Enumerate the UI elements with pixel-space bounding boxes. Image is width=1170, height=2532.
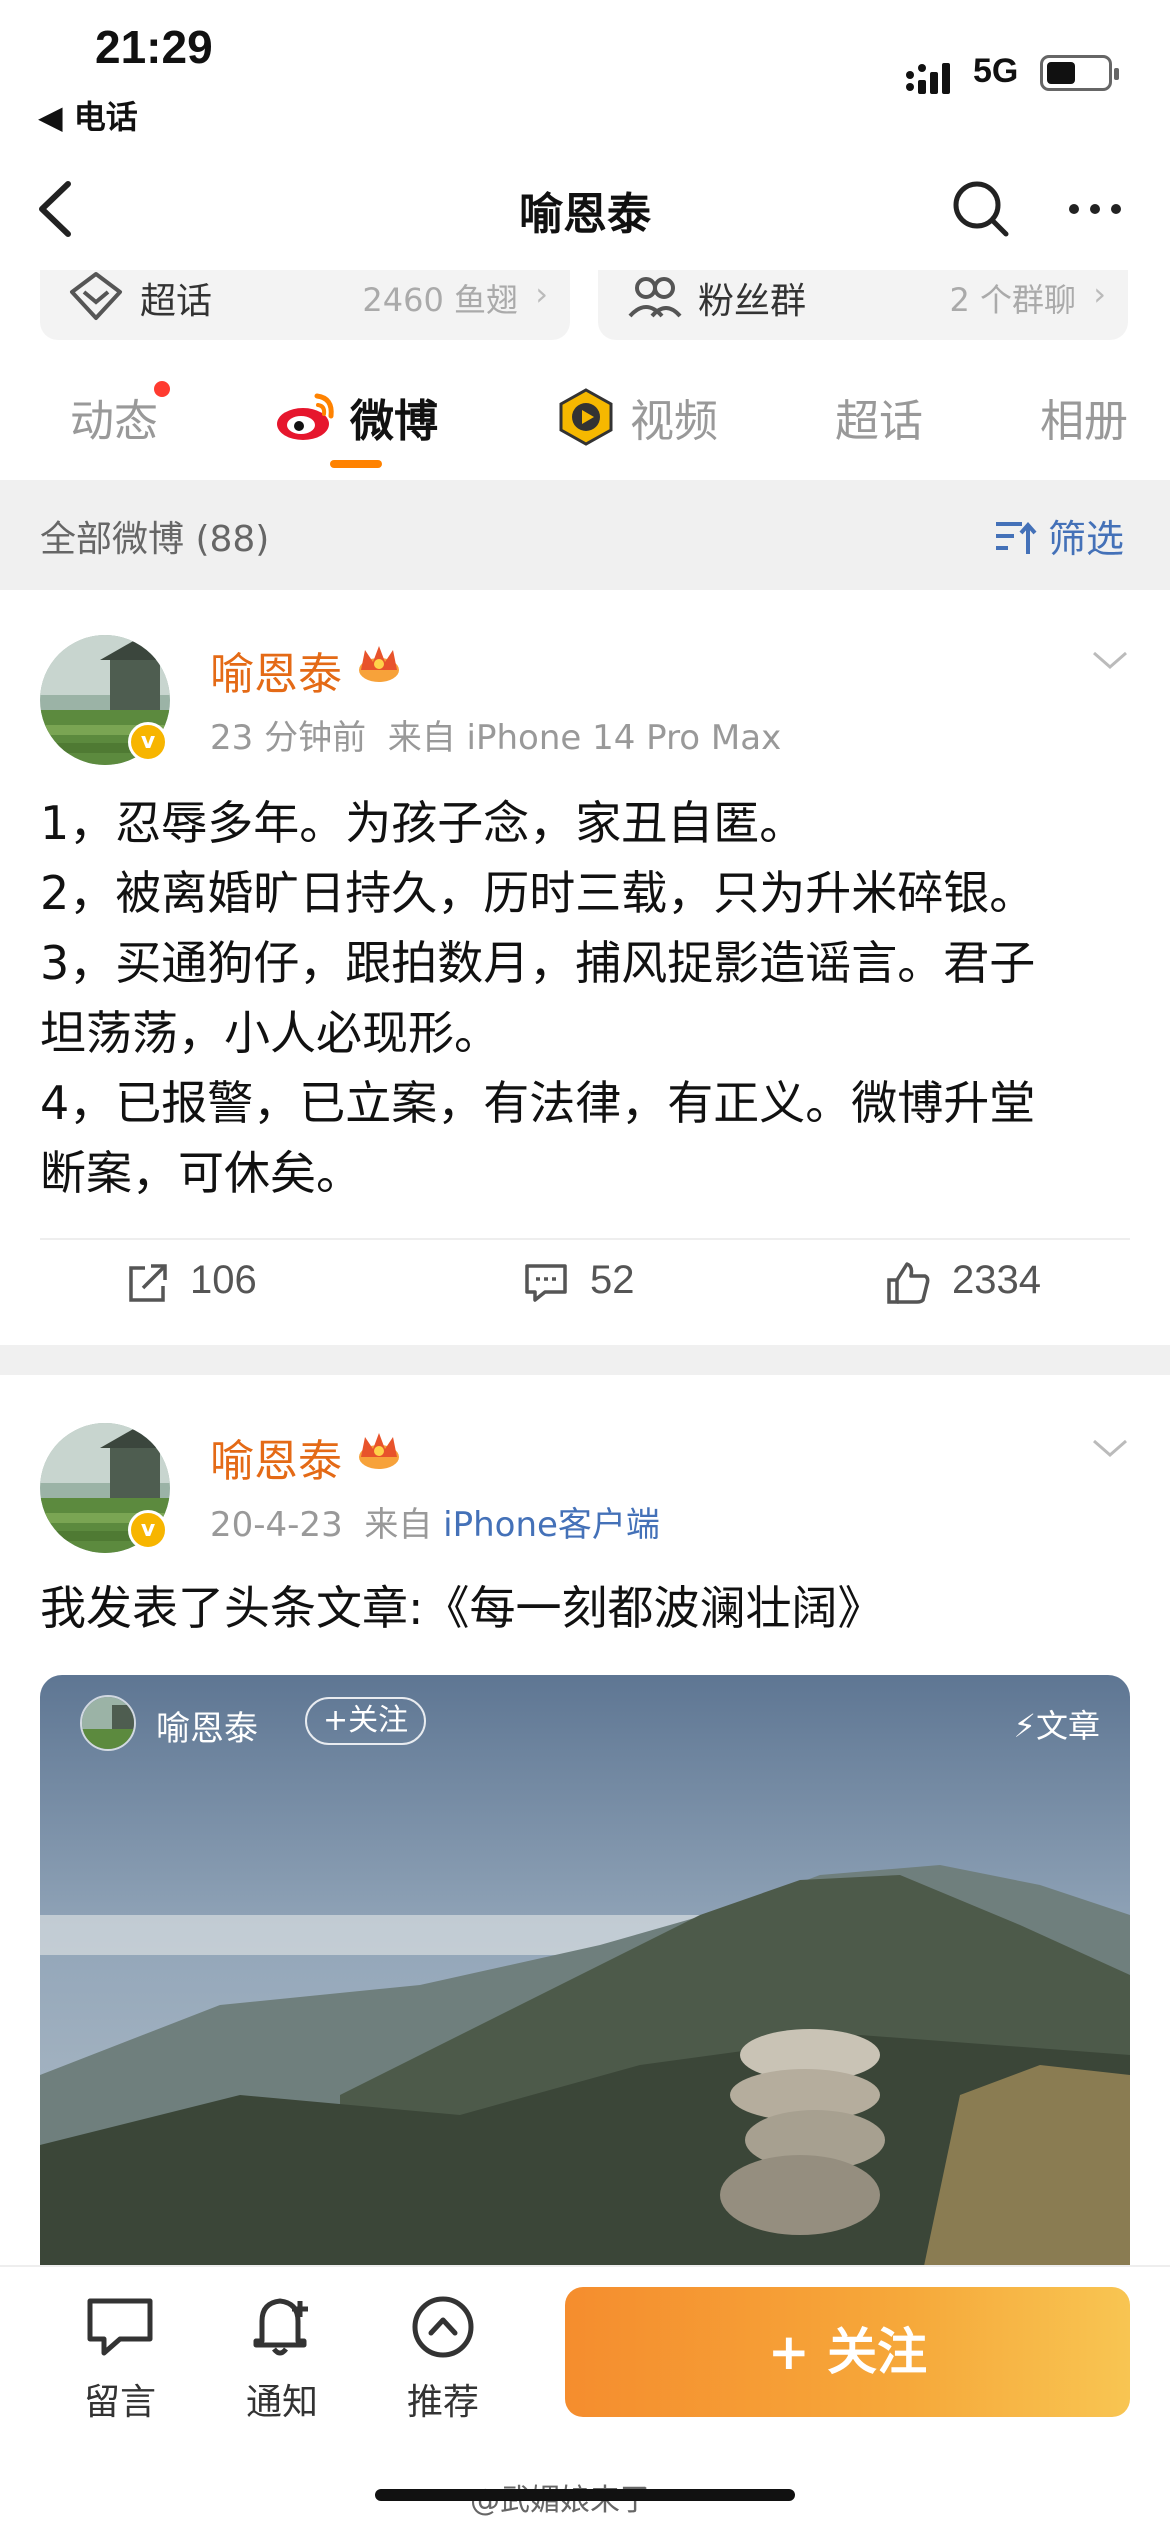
post-source-prefix: 来自	[364, 1505, 433, 1545]
post-meta: 23 分钟前 来自 iPhone 14 Pro Max	[210, 710, 781, 759]
post-source-link[interactable]: iPhone客户端	[443, 1505, 660, 1545]
post-source-prefix: 来自	[387, 718, 456, 758]
chevron-right-icon: ›	[1093, 275, 1106, 313]
crown-icon	[359, 646, 399, 682]
message-icon	[87, 2298, 153, 2356]
post-line: 2，被离婚旷日持久，历时三载，只为升米碎银。	[40, 866, 1036, 920]
video-icon	[559, 388, 613, 446]
profile-tabs: 动态 微博 视频 超话 相册	[0, 360, 1170, 470]
repost-icon[interactable]	[125, 1260, 171, 1306]
fan-group-card[interactable]: 粉丝群 2 个群聊 ›	[598, 270, 1128, 340]
profile-cards: 超话 2460 鱼翅 › 粉丝群 2 个群聊 ›	[0, 270, 1170, 340]
tab-super-topic[interactable]: 超话	[835, 385, 923, 449]
post-line: 1，忍辱多年。为孩子念，家丑自匿。	[40, 796, 806, 850]
crown-icon	[359, 1433, 399, 1469]
home-indicator[interactable]	[375, 2489, 795, 2501]
post-author[interactable]: 喻恩泰	[210, 638, 342, 702]
recommend-label: 推荐	[406, 2382, 479, 2423]
post-text: 我发表了头条文章:《每一刻都波澜壮阔》	[40, 1581, 884, 1635]
all-weibo-count: 全部微博 (88)	[40, 519, 270, 560]
article-follow-button[interactable]: +关注	[305, 1697, 427, 1745]
notify-label: 通知	[245, 2382, 318, 2423]
post-line: 4，已报警，已立案，有法律，有正义。微博升堂	[40, 1076, 1036, 1130]
diamond-icon	[70, 272, 122, 320]
article-author-avatar	[80, 1695, 136, 1751]
tab-weibo[interactable]: 微博	[350, 385, 438, 449]
post-line: 3，买通狗仔，跟拍数月，捕风捉影造谣言。君子	[40, 936, 1036, 990]
battery-icon	[1040, 55, 1119, 91]
verified-badge-icon: v	[128, 1510, 168, 1550]
more-icon[interactable]	[1062, 176, 1128, 242]
nav-bar: 喻恩泰	[0, 150, 1170, 270]
post-line: 坦荡荡，小人必现形。	[40, 1006, 500, 1060]
chevron-right-icon: ›	[535, 275, 548, 313]
article-card[interactable]: 喻恩泰 +关注 ⚡文章	[40, 1675, 1130, 2285]
post-meta: 20-4-23 来自 iPhone客户端	[210, 1497, 660, 1546]
back-to-app-link[interactable]: ◀ 电话	[38, 92, 138, 138]
tab-dynamics[interactable]: 动态	[70, 381, 170, 449]
recommend-button[interactable]: 推荐	[383, 2287, 503, 2427]
post-time: 23 分钟前	[210, 718, 367, 758]
follow-button[interactable]: + 关注	[565, 2287, 1130, 2417]
post-source: iPhone 14 Pro Max	[466, 718, 782, 758]
post-time: 20-4-23	[210, 1505, 343, 1545]
card-value: 2460 鱼翅	[362, 281, 518, 319]
message-label: 留言	[83, 2382, 156, 2423]
article-author: 喻恩泰	[156, 1709, 258, 1749]
signal-icon	[906, 63, 950, 94]
post-author[interactable]: 喻恩泰	[210, 1425, 342, 1489]
network-type: 5G	[973, 52, 1019, 90]
filter-bar: 全部微博 (88) 筛选	[0, 480, 1170, 590]
super-topic-card[interactable]: 超话 2460 鱼翅 ›	[40, 270, 570, 340]
post-line: 断案，可休矣。	[40, 1146, 362, 1200]
like-count[interactable]: 2334	[952, 1258, 1041, 1303]
active-tab-indicator	[330, 460, 382, 468]
lightning-icon: ⚡	[1013, 1707, 1036, 1745]
bottom-action-bar: 留言 通知 推荐 + 关注 @武媚娘来了	[0, 2265, 1170, 2532]
card-label: 超话	[140, 281, 213, 322]
post-text: 1，忍辱多年。为孩子念，家丑自匿。 2，被离婚旷日持久，历时三载，只为升米碎银。…	[40, 788, 1135, 1208]
message-button[interactable]: 留言	[60, 2287, 180, 2427]
tab-label: 动态	[70, 396, 158, 447]
comment-icon[interactable]	[523, 1260, 569, 1306]
post-separator	[0, 1345, 1170, 1375]
filter-icon[interactable]	[992, 514, 1038, 560]
group-icon	[628, 277, 682, 318]
weibo-logo-icon	[277, 393, 334, 440]
card-value: 2 个群聊	[949, 281, 1076, 319]
filter-button[interactable]: 筛选	[1048, 508, 1124, 563]
chevron-up-circle-icon	[412, 2296, 474, 2358]
status-time: 21:29	[95, 21, 213, 73]
chevron-down-icon[interactable]	[1090, 1433, 1130, 1463]
tab-video[interactable]: 视频	[630, 385, 718, 449]
chevron-down-icon[interactable]	[1090, 645, 1130, 675]
bell-plus-icon	[253, 2298, 308, 2356]
search-icon[interactable]	[948, 176, 1014, 242]
article-tag-label: 文章	[1035, 1707, 1100, 1745]
tab-album[interactable]: 相册	[1040, 385, 1128, 449]
notify-button[interactable]: 通知	[222, 2287, 342, 2427]
repost-count[interactable]: 106	[190, 1258, 257, 1303]
status-bar: 21:29 ◀ 电话 5G	[0, 0, 1170, 150]
unread-dot	[154, 381, 170, 397]
weibo-post: v 喻恩泰 23 分钟前 来自 iPhone 14 Pro Max 1，忍辱多年…	[0, 590, 1170, 1345]
like-icon[interactable]	[885, 1260, 931, 1306]
card-label: 粉丝群	[698, 281, 807, 322]
verified-badge-icon: v	[128, 722, 168, 762]
article-cover-image	[40, 1675, 1130, 2285]
comment-count[interactable]: 52	[590, 1258, 635, 1303]
post-actions: 106 52 2334	[0, 1240, 1170, 1330]
article-tag: ⚡文章	[1014, 1701, 1100, 1747]
